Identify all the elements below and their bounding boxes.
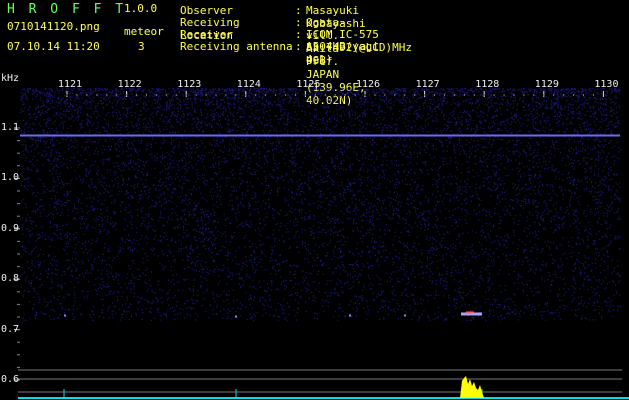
time-tick-label: 1127 bbox=[415, 79, 440, 90]
time-tick-label: 1124 bbox=[236, 79, 261, 90]
time-tick-label: 1125 bbox=[296, 79, 321, 90]
freq-tick-label: 0.6 bbox=[1, 374, 20, 385]
meteor-echo bbox=[466, 311, 474, 314]
time-tick-label: 1122 bbox=[117, 79, 142, 90]
time-tick-label: 1126 bbox=[356, 79, 381, 90]
time-tick-label: 1130 bbox=[594, 79, 619, 90]
meteor-echo bbox=[64, 314, 66, 317]
time-tick-label: 1128 bbox=[475, 79, 500, 90]
freq-tick-label: 0.9 bbox=[1, 222, 20, 234]
freq-tick-label: 0.7 bbox=[1, 323, 20, 335]
freq-tick-label: 1.1 bbox=[1, 122, 20, 133]
noise-field bbox=[20, 88, 622, 322]
spectrogram bbox=[14, 88, 629, 399]
time-tick-label: 1129 bbox=[534, 79, 559, 90]
time-tick-label: 1123 bbox=[177, 79, 202, 90]
freq-tick-label: 0.8 bbox=[1, 273, 20, 285]
meteor-echo bbox=[404, 314, 406, 317]
freq-tick-label: 1.0 bbox=[1, 172, 20, 184]
meteor-echo bbox=[349, 314, 351, 317]
meteor-echo bbox=[235, 315, 237, 318]
time-tick-label: 1121 bbox=[58, 79, 83, 90]
y-axis-unit: kHz bbox=[1, 73, 20, 84]
